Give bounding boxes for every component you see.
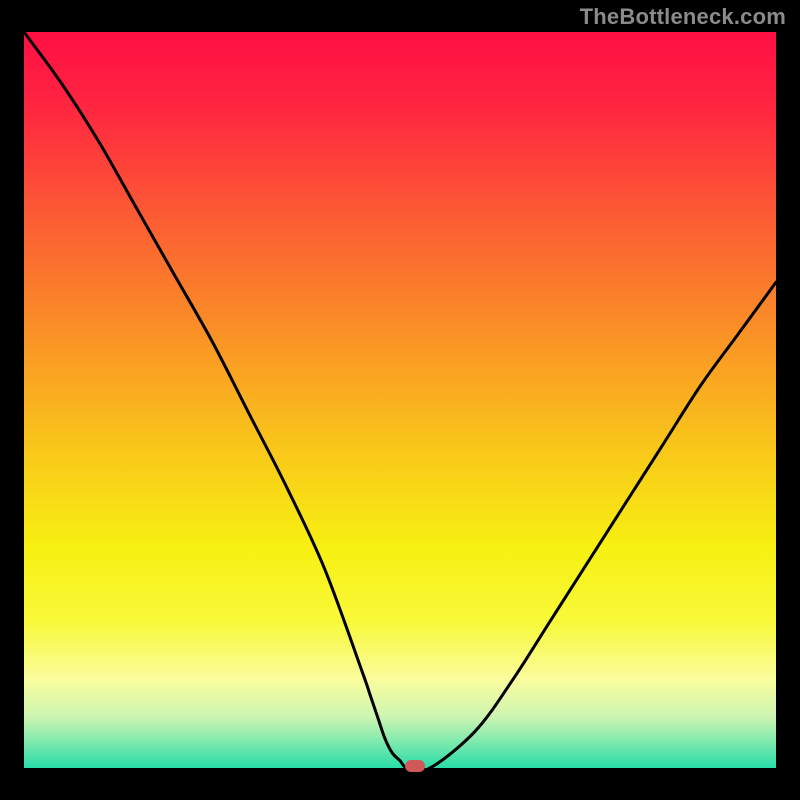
attribution-label: TheBottleneck.com (580, 4, 786, 30)
bottleneck-chart (0, 0, 800, 800)
optimum-marker (405, 760, 425, 772)
plot-background (24, 32, 776, 768)
chart-container: TheBottleneck.com (0, 0, 800, 800)
